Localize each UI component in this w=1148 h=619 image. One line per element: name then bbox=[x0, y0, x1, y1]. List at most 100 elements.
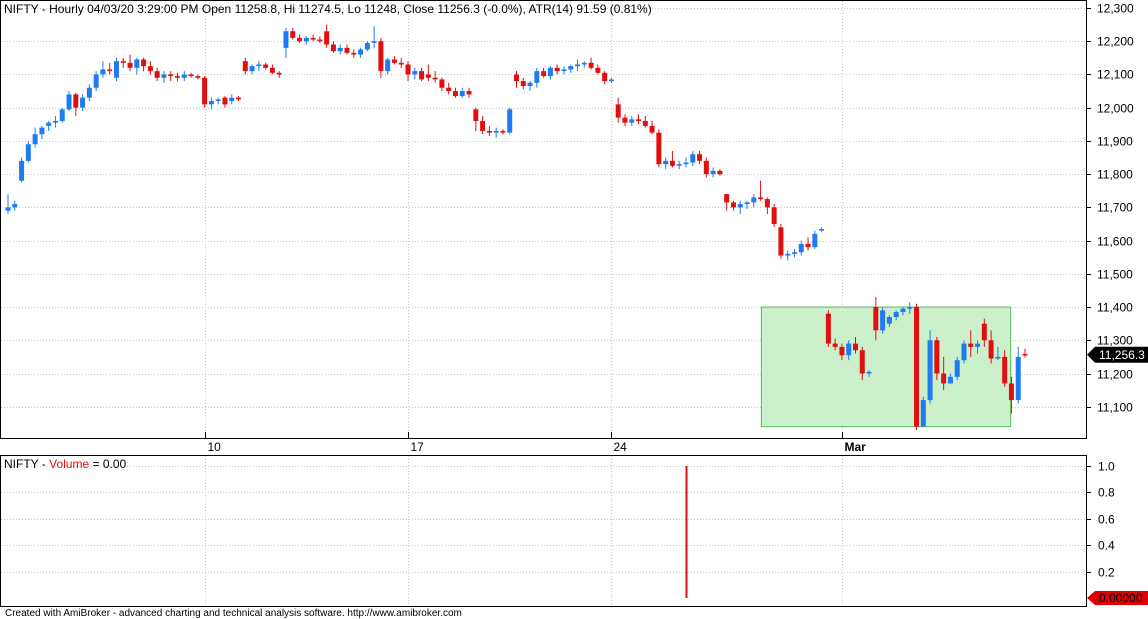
candle-body bbox=[398, 62, 404, 65]
candle-up bbox=[751, 194, 757, 208]
candle-body bbox=[168, 74, 174, 77]
candle-down bbox=[242, 57, 248, 75]
price-tick-label: 11,500 bbox=[1097, 268, 1133, 282]
candle-down bbox=[758, 180, 764, 201]
footer-credit: Created with AmiBroker - advanced charti… bbox=[5, 608, 462, 619]
price-tick-label: 11,800 bbox=[1097, 168, 1133, 182]
candle-up bbox=[5, 194, 11, 215]
candle-body bbox=[615, 104, 621, 118]
candle-body bbox=[1008, 383, 1014, 401]
candle-body bbox=[66, 94, 72, 110]
candle-body bbox=[147, 66, 153, 72]
candle-body bbox=[73, 94, 79, 108]
candle-body bbox=[229, 97, 235, 102]
candle-body bbox=[547, 67, 553, 77]
candle-up bbox=[568, 64, 574, 73]
candle-up bbox=[19, 157, 25, 183]
candle-body bbox=[941, 373, 947, 384]
candle-body bbox=[459, 91, 465, 97]
candle-body bbox=[344, 47, 350, 53]
candle-body bbox=[39, 127, 45, 135]
price-tick-label: 11,100 bbox=[1097, 401, 1133, 415]
candle-body bbox=[914, 307, 920, 427]
volume-tick-label: 1.0 bbox=[1098, 460, 1115, 474]
candle-down bbox=[480, 115, 486, 135]
candle-body bbox=[412, 71, 418, 75]
candle-down bbox=[147, 61, 153, 75]
candle-down bbox=[344, 44, 350, 55]
candle-body bbox=[947, 376, 953, 384]
candle-body bbox=[771, 207, 777, 224]
candle-body bbox=[236, 97, 242, 100]
candle-body bbox=[656, 132, 662, 165]
candle-body bbox=[880, 310, 886, 331]
date-label: 10 bbox=[208, 440, 222, 454]
candle-body bbox=[161, 74, 167, 78]
candle-up bbox=[303, 36, 309, 45]
price-tick-label: 12,200 bbox=[1097, 35, 1134, 49]
candle-body bbox=[805, 243, 811, 248]
candle-body bbox=[134, 59, 140, 68]
candle-body bbox=[534, 71, 540, 83]
price-tag-text: 11,256.3 bbox=[1099, 348, 1145, 362]
candle-down bbox=[425, 64, 431, 82]
volume-header: NIFTY - Volume = 0.00 bbox=[4, 457, 127, 471]
candle-body bbox=[737, 204, 743, 208]
candle-up bbox=[371, 26, 377, 48]
candle-body bbox=[710, 170, 716, 175]
candle-up bbox=[927, 330, 933, 404]
candle-down bbox=[778, 223, 784, 259]
candle-body bbox=[12, 204, 18, 208]
candle-body bbox=[107, 69, 113, 72]
date-label: Mar bbox=[845, 440, 867, 454]
price-tag: 11,256.3 bbox=[1087, 346, 1148, 363]
candle-up bbox=[283, 27, 289, 58]
candle-body bbox=[52, 120, 58, 123]
candle-body bbox=[907, 307, 913, 309]
candle-down bbox=[446, 82, 452, 95]
candle-up bbox=[412, 67, 418, 80]
candle-up bbox=[819, 227, 825, 233]
price-tick-label: 11,300 bbox=[1097, 334, 1133, 348]
candle-up bbox=[86, 84, 92, 102]
candle-up bbox=[629, 115, 635, 126]
candle-up bbox=[676, 160, 682, 170]
candle-body bbox=[520, 81, 526, 87]
candle-body bbox=[981, 323, 987, 341]
candle-body bbox=[886, 317, 892, 324]
candle-up bbox=[493, 127, 499, 138]
candle-body bbox=[893, 312, 899, 318]
candle-down bbox=[188, 72, 194, 78]
candle-down bbox=[615, 97, 621, 123]
candle-body bbox=[364, 42, 370, 50]
candle-down bbox=[310, 34, 316, 42]
volume-tick-label: 0.6 bbox=[1098, 513, 1115, 527]
candle-up bbox=[215, 97, 221, 105]
candle-up bbox=[961, 340, 967, 364]
candle-down bbox=[222, 96, 228, 108]
candle-body bbox=[663, 160, 669, 165]
candle-up bbox=[66, 91, 72, 112]
volume-header-dash: - bbox=[38, 457, 49, 471]
candle-body bbox=[846, 343, 852, 356]
candle-down bbox=[127, 54, 133, 72]
candle-body bbox=[778, 227, 784, 256]
candle-body bbox=[853, 343, 858, 351]
candle-up bbox=[358, 47, 364, 58]
candle-up bbox=[785, 250, 791, 261]
candle-down bbox=[330, 41, 336, 53]
price-tick-label: 11,400 bbox=[1097, 301, 1133, 315]
candle-down bbox=[554, 64, 560, 75]
candle-body bbox=[175, 76, 180, 78]
candle-down bbox=[107, 62, 113, 75]
candle-body bbox=[432, 77, 438, 80]
candle-body bbox=[575, 64, 581, 67]
candle-down bbox=[452, 87, 458, 98]
candle-down bbox=[473, 107, 479, 131]
candle-body bbox=[629, 119, 635, 123]
price-tick-label: 11,700 bbox=[1097, 201, 1133, 215]
candle-body bbox=[141, 59, 147, 67]
candle-body bbox=[181, 74, 187, 78]
candle-body bbox=[751, 197, 757, 203]
candle-body bbox=[507, 109, 513, 133]
